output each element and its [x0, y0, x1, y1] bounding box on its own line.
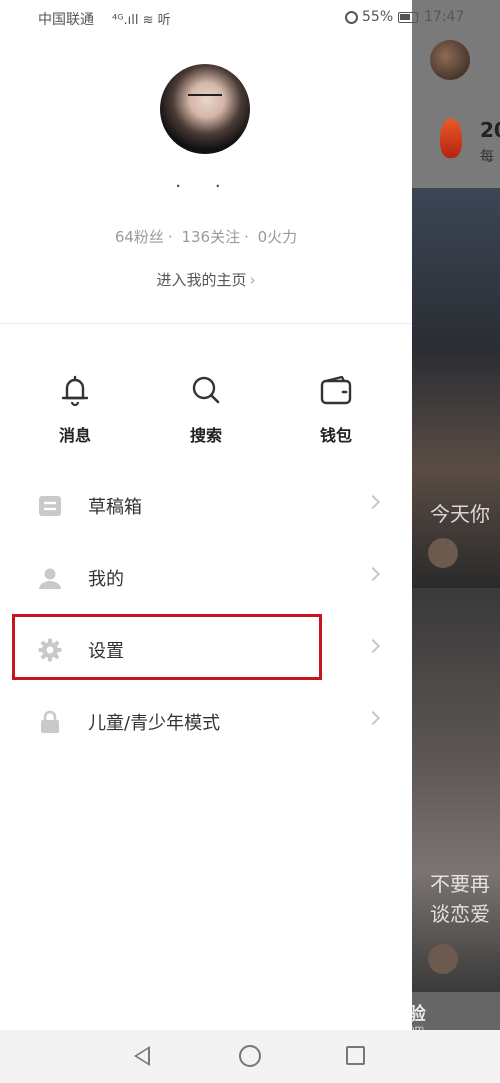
messages-label: 消息 [58, 426, 91, 445]
background-feed: 20 每 今天你 不要再 谈恋爱 [412, 0, 500, 1083]
status-bar-right: 55% 17:47 [340, 0, 500, 34]
alarm-icon [345, 11, 358, 24]
system-nav-bar [0, 1030, 500, 1083]
firepower-count[interactable]: 0火力 [258, 228, 298, 246]
feed-photo-1: 今天你 [412, 188, 500, 588]
carrier-label: 中国联通 [38, 12, 94, 28]
menu-item-label: 草稿箱 [88, 497, 142, 518]
profile-name: · · [175, 176, 235, 197]
profile-stats: 64粉丝 · 136关注 · 0火力 [114, 228, 298, 246]
search-button[interactable]: 搜索 [171, 372, 241, 446]
feed-caption-1: 今天你 [430, 502, 490, 526]
battery-percent: 55% [362, 9, 394, 25]
drafts-icon [39, 496, 61, 516]
feed-mini-avatar [428, 538, 458, 568]
feed-caption-2a: 不要再 [430, 872, 490, 896]
feed-header-sub: 每 [480, 149, 494, 165]
messages-button[interactable]: 消息 [40, 372, 110, 446]
feed-header-number: 20 [480, 118, 500, 142]
feed-photo-2: 不要再 谈恋爱 [412, 592, 500, 992]
divider [0, 323, 412, 324]
menu-item-mine[interactable]: 我的 [0, 548, 412, 608]
chevron-right-icon: › [249, 271, 256, 289]
menu-item-drafts[interactable]: 草稿箱 [0, 476, 412, 536]
avatar-photo-detail [188, 94, 222, 104]
flame-icon [440, 118, 462, 158]
wallet-label: 钱包 [319, 426, 352, 445]
followers-count[interactable]: 64粉丝 [115, 228, 164, 246]
chevron-right-icon [365, 710, 381, 726]
homepage-link[interactable]: 进入我的主页 › [0, 269, 412, 290]
search-label: 搜索 [189, 426, 222, 445]
clock: 17:47 [424, 9, 465, 25]
side-drawer: 中国联通 ⁴ᴳ.ıll ≋ 听 · · 64粉丝 · 136关注 · 0火力 进入我… [0, 0, 412, 1030]
chevron-right-icon [365, 566, 381, 582]
feed-caption-2b: 谈恋爱 [430, 902, 490, 926]
watermark-brand: Baidu经验 [332, 1004, 426, 1025]
menu-item-youth-mode[interactable]: 儿童/青少年模式 [0, 692, 412, 752]
profile-avatar[interactable] [160, 64, 250, 154]
feed-mini-avatar [428, 944, 458, 974]
settings-highlight-box [12, 614, 322, 680]
home-icon[interactable] [239, 1045, 261, 1067]
menu-item-label: 儿童/青少年模式 [88, 713, 221, 734]
recent-apps-icon[interactable] [346, 1046, 365, 1065]
wallet-button[interactable]: 钱包 [301, 372, 371, 446]
feed-avatar [430, 40, 470, 80]
signal-icons: ⁴ᴳ.ıll ≋ 听 [112, 13, 171, 28]
lock-icon [41, 710, 59, 733]
following-count[interactable]: 136关注 [181, 228, 240, 246]
wallet-icon [320, 375, 352, 405]
chevron-right-icon [365, 494, 381, 510]
homepage-link-label: 进入我的主页 [156, 271, 247, 289]
chevron-right-icon [365, 638, 381, 654]
bell-icon [61, 375, 89, 407]
battery-icon [398, 12, 418, 23]
user-icon [39, 568, 61, 589]
back-icon[interactable] [134, 1046, 150, 1066]
search-icon [192, 376, 220, 404]
menu-item-label: 我的 [88, 569, 124, 590]
